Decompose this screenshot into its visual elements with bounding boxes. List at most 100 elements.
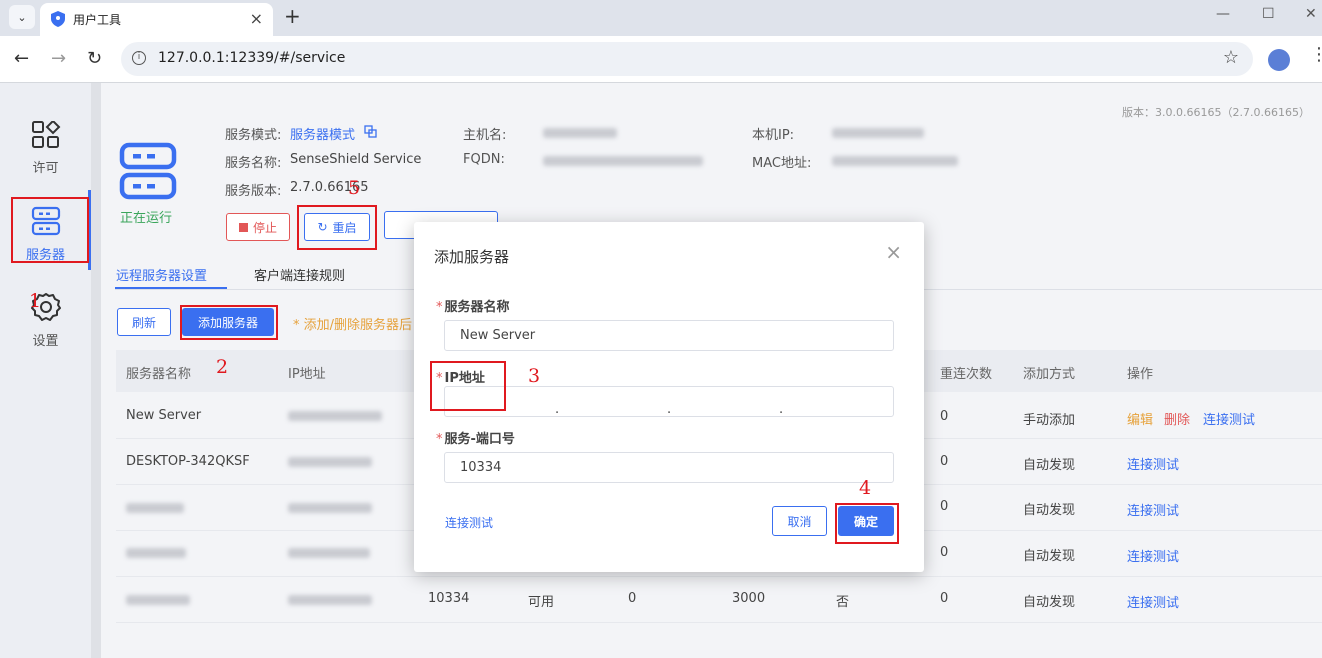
row-5-value-a: 0 (628, 591, 637, 606)
row-4-name-redacted (126, 548, 186, 558)
row-5-value-c: 否 (836, 595, 850, 610)
annotation-number-4: 4 (859, 477, 872, 499)
connection-test-link[interactable]: 连接测试 (1127, 546, 1179, 565)
row-4-ip-redacted (288, 548, 370, 558)
app-sidebar: 许可 服务器 设置 (0, 83, 91, 658)
close-tab-icon[interactable]: × (250, 9, 263, 28)
column-header-ip: IP地址 (288, 367, 326, 382)
profile-avatar[interactable] (1268, 49, 1290, 71)
row-5-state: 可用 (528, 595, 555, 610)
sidebar-item-label: 许可 (32, 161, 59, 176)
server-name-label: * 服务器名称 (436, 300, 510, 315)
column-header-actions: 操作 (1127, 367, 1154, 382)
mac-label: MAC地址: (752, 156, 812, 171)
tab-search-button[interactable]: ⌄ (9, 5, 35, 29)
sidebar-item-license[interactable]: 许可 (0, 119, 91, 176)
row-5-ip-redacted (288, 595, 372, 605)
more-menu-icon[interactable]: ⋮ (1310, 46, 1322, 64)
stop-label: 停止 (252, 220, 277, 235)
annotation-number-1: 1 (29, 290, 42, 312)
connection-test-link[interactable]: 连接测试 (1203, 409, 1255, 428)
browser-toolbar: ← → ↻ i 127.0.0.1:12339/#/service ☆ ⋮ (0, 36, 1322, 82)
reload-icon[interactable]: ↻ (87, 48, 102, 69)
switch-mode-icon[interactable] (364, 125, 377, 138)
row-2-name: DESKTOP-342QKSF (126, 454, 250, 469)
ip-separator: . (779, 402, 784, 417)
url-text: 127.0.0.1:12339/#/service (158, 50, 346, 66)
fqdn-redacted (543, 156, 703, 166)
version-text: 版本：3.0.0.66165（2.7.0.66165） (1122, 106, 1310, 119)
service-port-label: * 服务-端口号 (436, 432, 515, 447)
service-name-value: SenseShield Service (290, 152, 422, 167)
row-5-method: 自动发现 (1023, 595, 1076, 610)
edit-link[interactable]: 编辑 (1127, 409, 1153, 428)
ip-separator: . (555, 402, 560, 417)
hostname-label: 主机名: (463, 128, 507, 143)
minimize-icon[interactable]: — (1216, 6, 1230, 22)
row-divider (116, 576, 1322, 577)
stop-icon (238, 222, 248, 232)
server-name-input[interactable]: New Server (444, 320, 894, 351)
annotation-box-4 (835, 503, 899, 544)
fqdn-label: FQDN: (463, 152, 505, 167)
ip-address-input[interactable]: . . . (444, 386, 894, 417)
browser-tab[interactable]: 用户工具 × (40, 3, 273, 36)
column-header-reconnect: 重连次数 (940, 367, 993, 382)
local-ip-redacted (832, 128, 924, 138)
maximize-icon[interactable]: ☐ (1262, 6, 1275, 22)
back-icon[interactable]: ← (14, 48, 29, 69)
connection-test-link[interactable]: 连接测试 (445, 514, 493, 531)
hostname-redacted (543, 128, 617, 138)
annotation-box-1 (11, 197, 89, 263)
address-bar[interactable]: i 127.0.0.1:12339/#/service ☆ (121, 42, 1253, 76)
site-info-icon[interactable]: i (132, 51, 146, 65)
grid-icon (31, 119, 60, 148)
row-3-name-redacted (126, 503, 184, 513)
row-2-ip-redacted (288, 457, 372, 467)
annotation-number-2: 2 (216, 356, 229, 378)
delete-link[interactable]: 删除 (1164, 409, 1190, 428)
ip-separator: . (667, 402, 672, 417)
service-name-label: 服务名称: (225, 156, 282, 171)
close-icon[interactable]: × (885, 240, 902, 264)
forward-icon[interactable]: → (51, 48, 66, 69)
row-3-ip-redacted (288, 503, 372, 513)
sidebar-item-settings[interactable]: 设置 (0, 292, 91, 349)
new-tab-button[interactable]: + (284, 4, 301, 28)
tab-title: 用户工具 (73, 13, 122, 27)
row-1-method: 手动添加 (1023, 413, 1076, 428)
tab-remote-server-settings[interactable]: 远程服务器设置 (116, 265, 207, 284)
close-window-icon[interactable]: ✕ (1305, 6, 1317, 22)
annotation-number-3: 3 (528, 365, 541, 387)
row-1-reconnect: 0 (940, 409, 949, 424)
row-5-value-b: 3000 (732, 591, 766, 606)
annotation-number-5: 5 (348, 177, 361, 199)
connection-test-link[interactable]: 连接测试 (1127, 454, 1179, 473)
row-3-reconnect: 0 (940, 499, 949, 514)
service-port-input[interactable]: 10334 (444, 452, 894, 483)
tab-client-connection-rules[interactable]: 客户端连接规则 (254, 265, 345, 284)
annotation-box-3 (430, 361, 506, 411)
local-ip-label: 本机IP: (752, 128, 795, 143)
column-header-name: 服务器名称 (126, 367, 192, 382)
cancel-button[interactable]: 取消 (772, 506, 827, 536)
row-5-port: 10334 (428, 591, 470, 606)
connection-test-link[interactable]: 连接测试 (1127, 592, 1179, 611)
dialog-title: 添加服务器 (434, 248, 510, 266)
row-5-name-redacted (126, 595, 190, 605)
mac-redacted (832, 156, 958, 166)
row-1-name: New Server (126, 408, 202, 423)
annotation-box-5 (297, 205, 377, 250)
row-4-reconnect: 0 (940, 545, 949, 560)
row-2-reconnect: 0 (940, 454, 949, 469)
stop-button[interactable]: 停止 (226, 213, 290, 241)
sidebar-gap (91, 83, 101, 658)
row-2-method: 自动发现 (1023, 458, 1076, 473)
bookmark-star-icon[interactable]: ☆ (1223, 47, 1239, 68)
row-4-method: 自动发现 (1023, 549, 1076, 564)
row-3-method: 自动发现 (1023, 503, 1076, 518)
service-mode-value[interactable]: 服务器模式 (290, 124, 355, 143)
connection-test-link[interactable]: 连接测试 (1127, 500, 1179, 519)
service-version-label: 服务版本: (225, 184, 282, 199)
refresh-button[interactable]: 刷新 (117, 308, 171, 336)
